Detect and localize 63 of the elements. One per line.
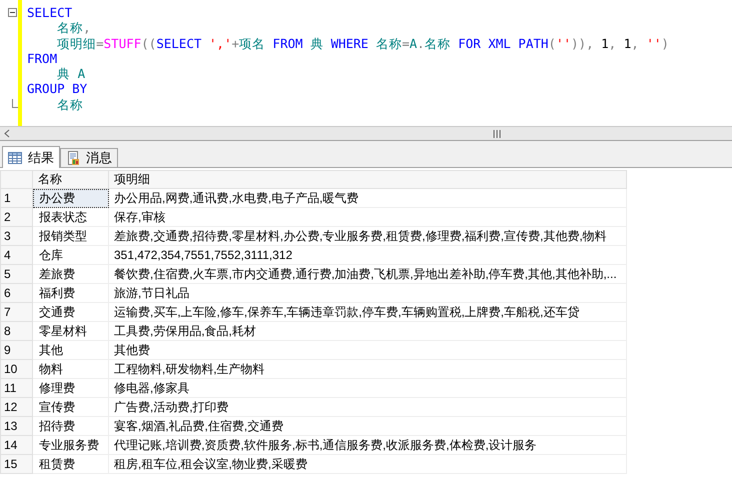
table-cell: 物料 xyxy=(32,360,108,378)
column-header[interactable]: 项明细 xyxy=(108,170,626,188)
table-cell: 差旅费 xyxy=(32,264,108,284)
scrollbar-grip-icon[interactable] xyxy=(493,130,501,138)
table-cell: 餐饮费,住宿费,火车票,市内交通费,通行费,加油费,飞机票,异地出差补助,停车费,其他,其他补助,... xyxy=(108,264,626,284)
table-cell: 修电器,修家具 xyxy=(108,378,626,398)
table-cell: 交通费 xyxy=(32,302,108,322)
code-line: 名称 xyxy=(56,96,84,112)
row-number[interactable]: 12 xyxy=(0,398,32,416)
table-cell: 办公用品,网费,通讯费,水电费,电子产品,暖气费 xyxy=(108,188,626,208)
document-icon xyxy=(66,151,80,165)
table-cell: 福利费 xyxy=(32,284,108,302)
table-cell: 其他 xyxy=(32,340,108,360)
result-tab[interactable]: 结果 xyxy=(2,146,60,168)
table-cell: 办公费 xyxy=(32,188,108,208)
table-cell: 保存,审核 xyxy=(108,208,626,226)
table-cell: 旅游,节日礼品 xyxy=(108,284,626,302)
row-number[interactable]: 13 xyxy=(0,416,32,436)
row-number[interactable]: 6 xyxy=(0,284,32,302)
table-cell: 报销类型 xyxy=(32,226,108,246)
row-number[interactable]: 9 xyxy=(0,340,32,360)
row-number[interactable]: 4 xyxy=(0,246,32,264)
table-cell: 仓库 xyxy=(32,246,108,264)
table-cell: 修理费 xyxy=(32,378,108,398)
table-cell: 零星材料 xyxy=(32,322,108,340)
table-cell: 其他费 xyxy=(108,340,626,360)
table-cell: 租赁费 xyxy=(32,454,108,474)
code-line: FROM xyxy=(27,50,58,66)
code-line: 名称, xyxy=(56,20,92,36)
column-header[interactable]: 名称 xyxy=(32,170,108,188)
collapse-icon[interactable] xyxy=(8,8,17,17)
table-cell: 差旅费,交通费,招待费,零星材料,办公费,专业服务费,租赁费,修理费,福利费,宣传费,其他费,物料 xyxy=(108,226,626,246)
code-line: 典 A xyxy=(56,66,86,82)
grid-icon xyxy=(8,150,22,164)
table-cell: 报表状态 xyxy=(32,208,108,226)
table-cell: 宴客,烟酒,礼品费,住宿费,交通费 xyxy=(108,416,626,436)
table-cell: 宣传费 xyxy=(32,398,108,416)
row-number[interactable]: 15 xyxy=(0,454,32,474)
code-line: 项明细=STUFF((SELECT ','+项名 FROM 典 WHERE 名称=A.名称 FOR XML PATH('')), 1, 1, '') xyxy=(56,36,669,51)
table-cell: 专业服务费 xyxy=(32,436,108,454)
row-number[interactable]: 1 xyxy=(0,188,32,208)
table-cell: 租房,租车位,租会议室,物业费,采暖费 xyxy=(108,454,626,474)
table-cell: 代理记账,培训费,资质费,软件服务,标书,通信服务费,收派服务费,体检费,设计服务 xyxy=(108,436,626,454)
row-number[interactable]: 5 xyxy=(0,264,32,284)
result-tab[interactable]: 消息 xyxy=(60,148,118,167)
row-number[interactable]: 7 xyxy=(0,302,32,322)
table-cell: 广告费,活动费,打印费 xyxy=(108,398,626,416)
code-line: GROUP BY xyxy=(27,81,88,97)
table-cell: 工具费,劳保用品,食品,耗材 xyxy=(108,322,626,340)
row-number[interactable]: 14 xyxy=(0,436,32,454)
row-number[interactable]: 10 xyxy=(0,360,32,378)
table-cell: 工程物料,研发物料,生产物料 xyxy=(108,360,626,378)
table-cell: 招待费 xyxy=(32,416,108,436)
fold-end-icon xyxy=(12,98,18,108)
scroll-left-icon[interactable] xyxy=(4,129,10,138)
table-cell: 351,472,354,7551,7552,3111,312 xyxy=(108,246,626,264)
code-line: SELECT xyxy=(27,5,74,20)
horizontal-scrollbar[interactable] xyxy=(0,126,732,140)
row-number[interactable]: 11 xyxy=(0,378,32,398)
row-number[interactable]: 2 xyxy=(0,208,32,226)
row-number[interactable]: 3 xyxy=(0,226,32,246)
table-cell: 运输费,买车,上车险,修车,保养车,车辆违章罚款,停车费,车辆购置税,上牌费,车船税,还车贷 xyxy=(108,302,626,322)
row-number[interactable]: 8 xyxy=(0,322,32,340)
